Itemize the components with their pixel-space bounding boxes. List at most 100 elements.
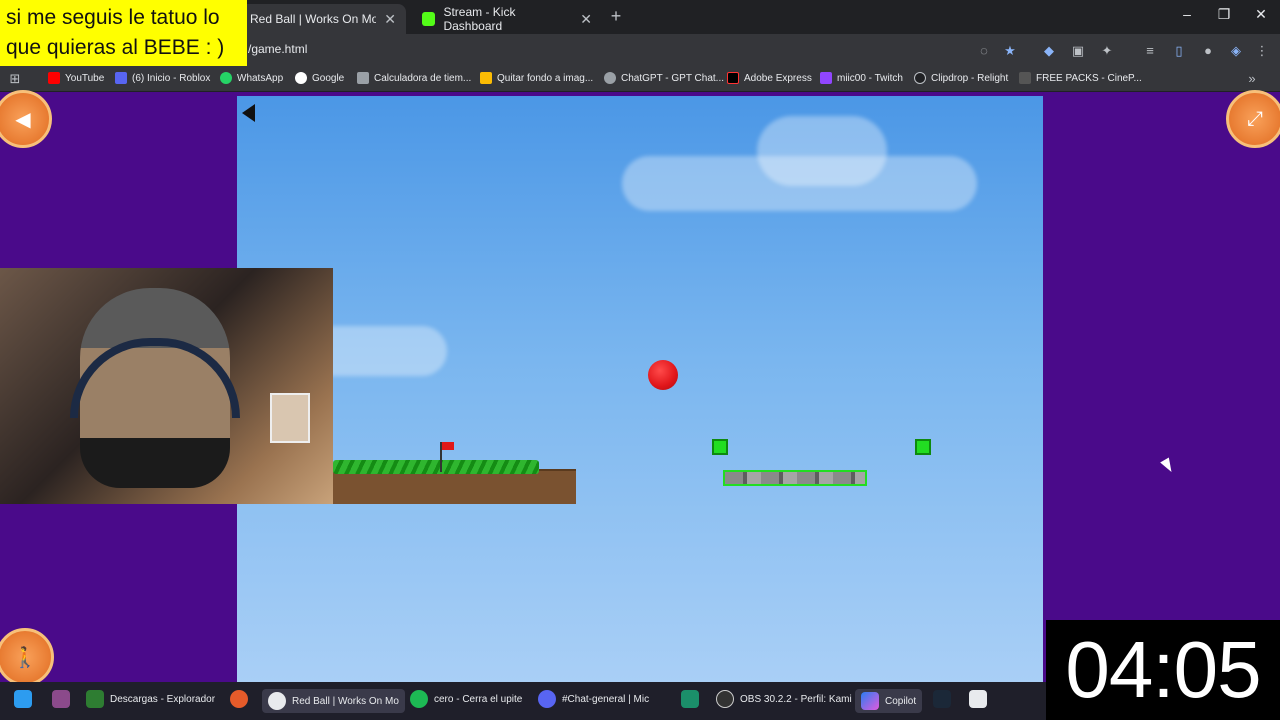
taskbar-winrar[interactable] [52, 690, 70, 708]
tab-kick-dashboard[interactable]: Stream - Kick Dashboard ✕ [412, 4, 602, 34]
spotify-icon [410, 690, 428, 708]
bookmark-chatgpt[interactable]: ChatGPT - GPT Chat... [604, 72, 724, 84]
bookmark-clipdrop[interactable]: Clipdrop - Relight [914, 72, 1008, 84]
bookmark-label: Google [312, 72, 345, 84]
task-label: Descargas - Explorador [110, 693, 216, 705]
bookmark-label: Quitar fondo a imag... [497, 72, 594, 84]
taskbar-app-2[interactable] [681, 690, 699, 708]
google-icon [295, 72, 307, 84]
image-icon [480, 72, 492, 84]
roblox-icon [115, 72, 127, 84]
twitch-icon [820, 72, 832, 84]
archive-icon [52, 690, 70, 708]
task-label: cero - Cerra el upite [434, 693, 523, 705]
webcam-feed [0, 268, 333, 504]
app-icon [681, 690, 699, 708]
clipdrop-icon [914, 72, 926, 84]
game-canvas[interactable] [237, 96, 1043, 682]
discord-icon [538, 690, 556, 708]
stone-platform [723, 470, 867, 486]
task-label: OBS 30.2.2 - Perfil: Kami [740, 693, 852, 705]
puzzle-icon[interactable]: ✦ [1098, 42, 1116, 60]
bookmark-quitar-fondo[interactable]: Quitar fondo a imag... [480, 72, 593, 84]
bookmark-free-packs[interactable]: FREE PACKS - CineP... [1019, 72, 1142, 84]
film-icon [1019, 72, 1031, 84]
taskbar-explorer[interactable]: Descargas - Explorador [86, 690, 215, 708]
apps-grid-icon[interactable]: ⊞ [6, 70, 24, 88]
bookmarks-bar: ⊞ YouTube (6) Inicio - Roblox WhatsApp G… [0, 68, 1280, 92]
taskbar-chrome[interactable]: Red Ball | Works On Mo [262, 689, 405, 713]
task-label: Red Ball | Works On Mo [292, 695, 399, 707]
more-bookmarks-icon[interactable]: » [1243, 70, 1261, 88]
flame-icon [230, 690, 248, 708]
checkpoint-block [915, 439, 931, 455]
bookmark-roblox[interactable]: (6) Inicio - Roblox [115, 72, 210, 84]
bookmark-calculadora[interactable]: Calculadora de tiem... [357, 72, 471, 84]
fullscreen-icon[interactable]: ⤢ [1226, 90, 1280, 148]
taskbar-discord[interactable]: #Chat-general | Mic [538, 690, 649, 708]
bookmark-whatsapp[interactable]: WhatsApp [220, 72, 283, 84]
tab-close-icon[interactable]: ✕ [580, 11, 592, 28]
taskbar-capcut[interactable] [969, 690, 987, 708]
bookmark-google[interactable]: Google [295, 72, 344, 84]
bookmark-star-icon[interactable]: ★ [1001, 42, 1019, 60]
photo-frame [270, 393, 310, 443]
ground-platform [333, 469, 576, 504]
bookmark-label: miic00 - Twitch [837, 72, 903, 84]
calculator-icon [357, 72, 369, 84]
bookmark-label: YouTube [65, 72, 105, 84]
capcut-icon [969, 690, 987, 708]
extension-icon[interactable]: ◆ [1040, 42, 1058, 60]
taskbar-obs[interactable]: OBS 30.2.2 - Perfil: Kami [716, 690, 852, 708]
bookmark-label: Calculadora de tiem... [374, 72, 472, 84]
red-ball [648, 360, 678, 390]
profile-icon[interactable]: ● [1199, 42, 1217, 60]
bookmark-adobe-express[interactable]: Adobe Express [727, 72, 812, 84]
task-label: #Chat-general | Mic [562, 693, 650, 705]
address-bar[interactable]: /game.html [248, 42, 307, 56]
start-button[interactable] [14, 690, 32, 708]
tab-label: Stream - Kick Dashboard [443, 5, 516, 33]
bookmark-label: FREE PACKS - CineP... [1036, 72, 1142, 84]
steam-icon [933, 690, 951, 708]
taskbar-spotify[interactable]: cero - Cerra el upite [410, 690, 522, 708]
youtube-icon [48, 72, 60, 84]
minimize-icon[interactable]: – [1172, 6, 1202, 22]
stream-caption: si me seguis le tatuo lo que quieras al … [0, 0, 247, 66]
tab-red-ball[interactable]: Red Ball | Works On Mobile | Pl ✕ [240, 4, 406, 34]
close-window-icon[interactable]: ✕ [1246, 6, 1276, 23]
bookmark-label: (6) Inicio - Roblox [132, 72, 211, 84]
windows-icon [14, 690, 32, 708]
restore-icon[interactable]: ❐ [1209, 6, 1239, 23]
queue-icon[interactable]: ≡ [1141, 42, 1159, 60]
taskbar-steam[interactable] [933, 690, 951, 708]
obs-icon [716, 690, 734, 708]
taskbar-copilot[interactable]: Copilot [855, 689, 923, 713]
stream-timer: 04:05 [1046, 620, 1280, 720]
media-icon[interactable]: ▣ [1069, 42, 1087, 60]
whatsapp-icon [220, 72, 232, 84]
bookmark-label: Clipdrop - Relight [931, 72, 1009, 84]
flag-icon [442, 442, 454, 450]
bookmark-label: Adobe Express [744, 72, 812, 84]
bookmark-label: ChatGPT - GPT Chat... [621, 72, 724, 84]
windows-taskbar: Descargas - Explorador Red Ball | Works … [0, 682, 1046, 720]
sidebar-icon[interactable]: ▯ [1170, 42, 1188, 60]
bookmark-twitch[interactable]: miic00 - Twitch [820, 72, 903, 84]
copilot-icon [861, 692, 879, 710]
chatgpt-icon [604, 72, 616, 84]
kick-icon [422, 12, 436, 26]
tab-label: Red Ball | Works On Mobile | Pl [250, 12, 377, 26]
bookmark-label: WhatsApp [237, 72, 284, 84]
taskbar-app[interactable] [230, 690, 248, 708]
adobe-icon [727, 72, 739, 84]
menu-icon[interactable]: ⋮ [1253, 42, 1271, 60]
eye-off-icon[interactable]: ◌ [975, 42, 993, 60]
new-tab-button[interactable]: + [606, 6, 626, 27]
download-icon [86, 690, 104, 708]
shield-icon[interactable]: ◈ [1227, 42, 1245, 60]
tab-close-icon[interactable]: ✕ [384, 11, 396, 28]
checkpoint-block [712, 439, 728, 455]
bookmark-youtube[interactable]: YouTube [48, 72, 104, 84]
sound-icon[interactable] [242, 104, 255, 122]
